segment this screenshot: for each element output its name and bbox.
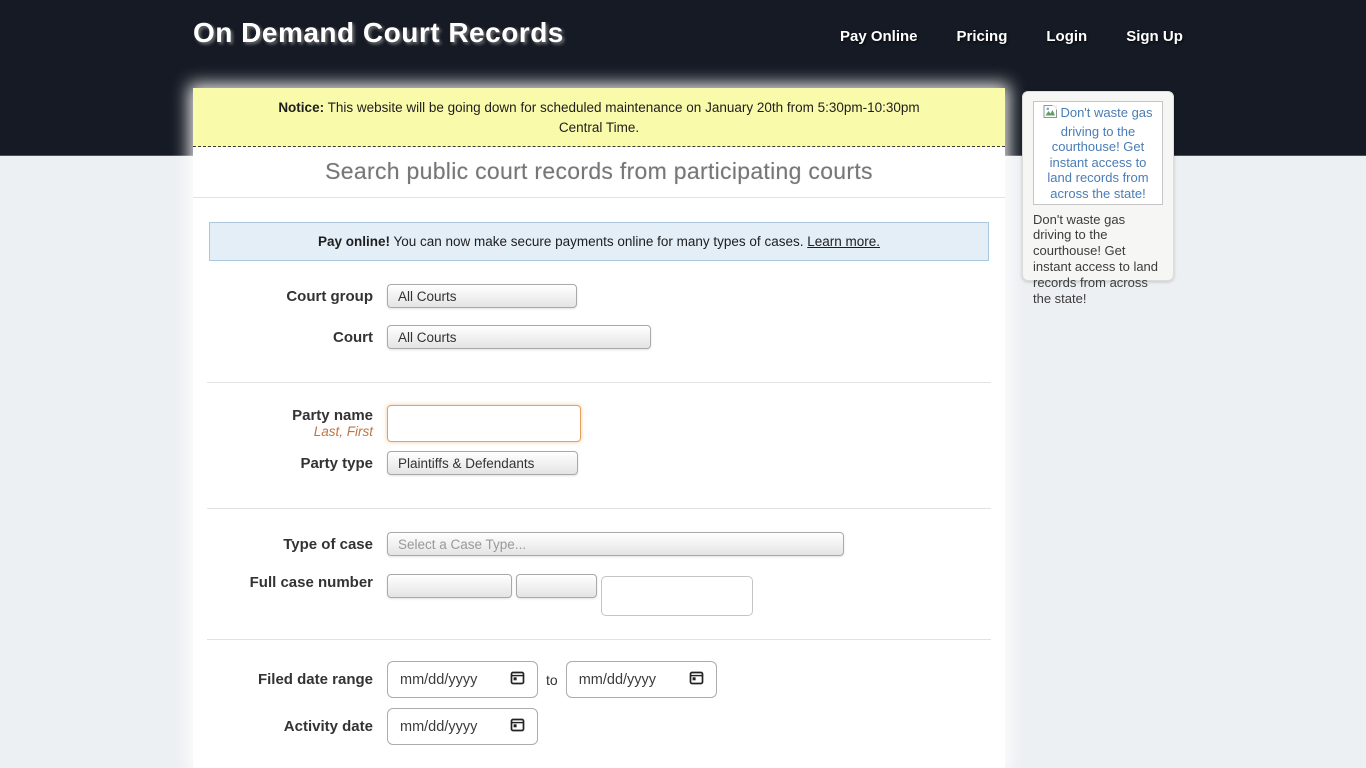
top-nav: Pay Online Pricing Login Sign Up xyxy=(840,28,1183,45)
site-title: On Demand Court Records xyxy=(193,17,564,49)
notice-label: Notice: xyxy=(278,100,324,115)
broken-image-icon xyxy=(1043,108,1059,123)
page-title: Search public court records from partici… xyxy=(193,147,1005,198)
court-group-row: Court group All Courts xyxy=(193,284,1005,308)
case-type-label: Type of case xyxy=(193,536,373,553)
court-label: Court xyxy=(193,329,373,346)
case-number-input[interactable] xyxy=(601,576,753,616)
nav-pay-online[interactable]: Pay Online xyxy=(840,28,918,45)
court-group-select[interactable]: All Courts xyxy=(387,284,577,308)
section-divider xyxy=(207,508,991,509)
activity-date-placeholder: mm/dd/yyyy xyxy=(400,719,477,735)
pay-online-alert: Pay online! You can now make secure paym… xyxy=(209,222,989,261)
calendar-icon[interactable] xyxy=(689,670,704,689)
party-name-label: Party name Last, First xyxy=(193,407,373,440)
filed-date-range-row: Filed date range mm/dd/yyyy to mm/dd/yyy… xyxy=(193,661,1005,698)
nav-sign-up[interactable]: Sign Up xyxy=(1126,28,1183,45)
filed-date-to-placeholder: mm/dd/yyyy xyxy=(579,672,656,688)
date-range-separator: to xyxy=(546,672,558,688)
case-number-part2-select[interactable] xyxy=(516,574,597,598)
pay-online-alert-bold: Pay online! xyxy=(318,234,390,249)
sidebar-ad: Don't waste gas driving to the courthous… xyxy=(1022,91,1174,281)
section-divider xyxy=(207,639,991,640)
maintenance-notice-text: Notice: This website will be going down … xyxy=(274,98,924,137)
maintenance-notice: Notice: This website will be going down … xyxy=(193,88,1005,147)
pay-online-alert-text: You can now make secure payments online … xyxy=(393,234,803,249)
party-name-input[interactable] xyxy=(387,405,581,442)
section-divider xyxy=(207,382,991,383)
court-select[interactable]: All Courts xyxy=(387,325,651,349)
party-type-row: Party type Plaintiffs & Defendants xyxy=(193,451,1005,475)
ad-caption: Don't waste gas driving to the courthous… xyxy=(1033,212,1163,307)
case-type-row: Type of case Select a Case Type... xyxy=(193,532,1005,556)
main-panel: Notice: This website will be going down … xyxy=(193,88,1005,768)
nav-login[interactable]: Login xyxy=(1046,28,1087,45)
ad-broken-image-link[interactable]: Don't waste gas driving to the courthous… xyxy=(1033,101,1163,205)
party-type-select[interactable]: Plaintiffs & Defendants xyxy=(387,451,578,475)
court-group-label: Court group xyxy=(193,288,373,305)
party-name-row: Party name Last, First xyxy=(193,405,1005,442)
calendar-icon[interactable] xyxy=(510,717,525,736)
case-number-label: Full case number xyxy=(193,574,373,591)
activity-date-row: Activity date mm/dd/yyyy xyxy=(193,708,1005,745)
filed-date-from-input[interactable]: mm/dd/yyyy xyxy=(387,661,538,698)
learn-more-link[interactable]: Learn more. xyxy=(807,234,880,249)
activity-date-label: Activity date xyxy=(193,718,373,735)
party-name-hint: Last, First xyxy=(193,424,373,440)
court-row: Court All Courts xyxy=(193,325,1005,349)
party-type-label: Party type xyxy=(193,455,373,472)
filed-date-from-placeholder: mm/dd/yyyy xyxy=(400,672,477,688)
filed-date-range-label: Filed date range xyxy=(193,671,373,688)
filed-date-to-input[interactable]: mm/dd/yyyy xyxy=(566,661,717,698)
case-number-part1-select[interactable] xyxy=(387,574,512,598)
ad-alt-text: Don't waste gas driving to the courthous… xyxy=(1047,105,1152,201)
calendar-icon[interactable] xyxy=(510,670,525,689)
case-number-row: Full case number xyxy=(193,574,1005,616)
activity-date-input[interactable]: mm/dd/yyyy xyxy=(387,708,538,745)
case-type-select[interactable]: Select a Case Type... xyxy=(387,532,844,556)
nav-pricing[interactable]: Pricing xyxy=(957,28,1008,45)
